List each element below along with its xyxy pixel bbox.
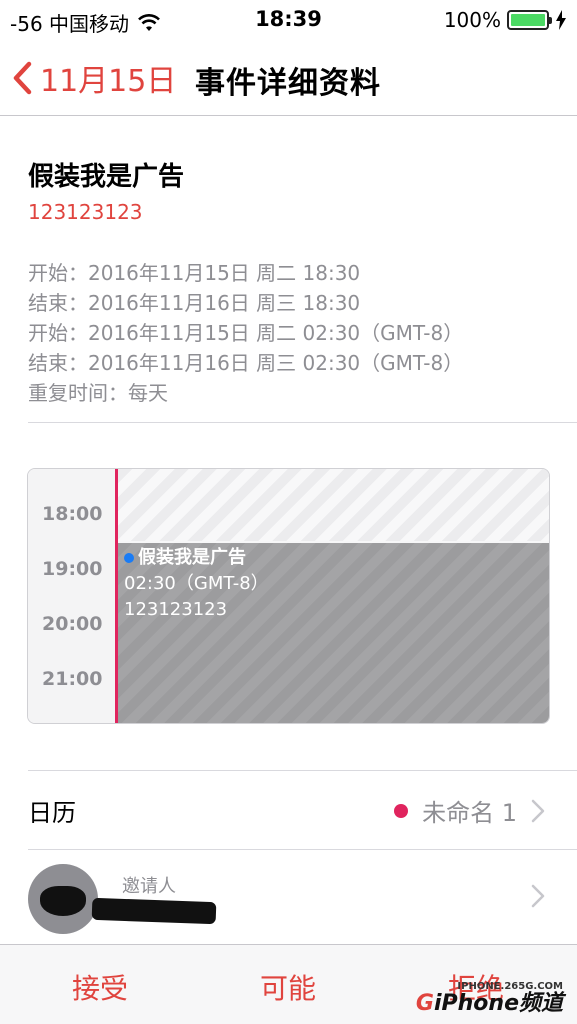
event-times: 开始：2016年11月15日 周二 18:30 结束：2016年11月16日 周… bbox=[28, 258, 463, 408]
accept-button[interactable]: 接受 bbox=[72, 967, 128, 1007]
back-label: 11月15日 bbox=[40, 64, 177, 99]
back-button[interactable]: 11月15日 bbox=[12, 56, 176, 100]
avatar bbox=[28, 864, 98, 934]
time-line: 结束：2016年11月16日 周三 02:30（GMT-8） bbox=[28, 351, 464, 375]
hour-column: 18:00 19:00 20:00 21:00 bbox=[28, 469, 116, 723]
invitee-label: 邀请人 bbox=[122, 876, 176, 897]
response-toolbar: 接受 可能 拒绝 IPHONE.265G.COM GiPhone频道 bbox=[0, 944, 577, 1024]
calendar-row-value-group: 未命名 1 bbox=[394, 793, 545, 828]
calendar-dot-icon bbox=[124, 553, 134, 563]
calendar-preview[interactable]: 18:00 19:00 20:00 21:00 假装我是广告 02:30（GMT… bbox=[27, 468, 550, 724]
battery-icon bbox=[507, 10, 552, 30]
chevron-right-icon bbox=[531, 799, 545, 822]
event-block[interactable]: 假装我是广告 02:30（GMT-8） 123123123 bbox=[118, 543, 549, 723]
site-watermark: IPHONE.265G.COM GiPhone频道 bbox=[416, 981, 563, 1016]
calendar-row-label: 日历 bbox=[28, 799, 76, 827]
event-block-title-row: 假装我是广告 bbox=[124, 545, 543, 571]
repeat-line: 重复时间：每天 bbox=[28, 381, 168, 405]
event-block-title: 假装我是广告 bbox=[138, 547, 246, 568]
maybe-button[interactable]: 可能 bbox=[260, 967, 316, 1007]
time-line: 开始：2016年11月15日 周二 02:30（GMT-8） bbox=[28, 321, 464, 345]
event-block-time: 02:30（GMT-8） bbox=[124, 573, 269, 594]
status-bar: -56 中国移动 18:39 100% bbox=[0, 0, 577, 38]
time-line: 开始：2016年11月15日 周二 18:30 bbox=[28, 261, 361, 285]
invitee-row[interactable]: 邀请人 bbox=[0, 850, 577, 944]
hour-label: 18:00 bbox=[42, 503, 103, 525]
calendar-color-dot-icon bbox=[394, 803, 409, 818]
busy-slot bbox=[118, 469, 549, 541]
event-location[interactable]: 123123123 bbox=[28, 200, 143, 224]
battery-percent: 100% bbox=[443, 8, 501, 32]
event-block-location: 123123123 bbox=[124, 599, 228, 620]
calendar-row-value: 未命名 1 bbox=[422, 799, 517, 827]
charging-bolt-icon bbox=[556, 10, 566, 30]
nav-bar: 11月15日 事件详细资料 bbox=[0, 38, 577, 116]
watermark-logo: GiPhone频道 bbox=[415, 991, 563, 1016]
status-right: 100% bbox=[444, 8, 567, 32]
divider bbox=[28, 422, 577, 423]
time-line: 结束：2016年11月16日 周三 18:30 bbox=[28, 291, 361, 315]
hour-label: 20:00 bbox=[42, 613, 103, 635]
chevron-left-icon bbox=[13, 61, 32, 95]
page-title: 事件详细资料 bbox=[195, 66, 381, 101]
event-title: 假装我是广告 bbox=[28, 162, 185, 192]
redacted-name bbox=[91, 897, 217, 925]
calendar-row[interactable]: 日历 未命名 1 bbox=[0, 771, 577, 849]
chevron-right-icon bbox=[531, 884, 545, 908]
hour-label: 21:00 bbox=[42, 668, 103, 690]
hour-label: 19:00 bbox=[42, 558, 103, 580]
